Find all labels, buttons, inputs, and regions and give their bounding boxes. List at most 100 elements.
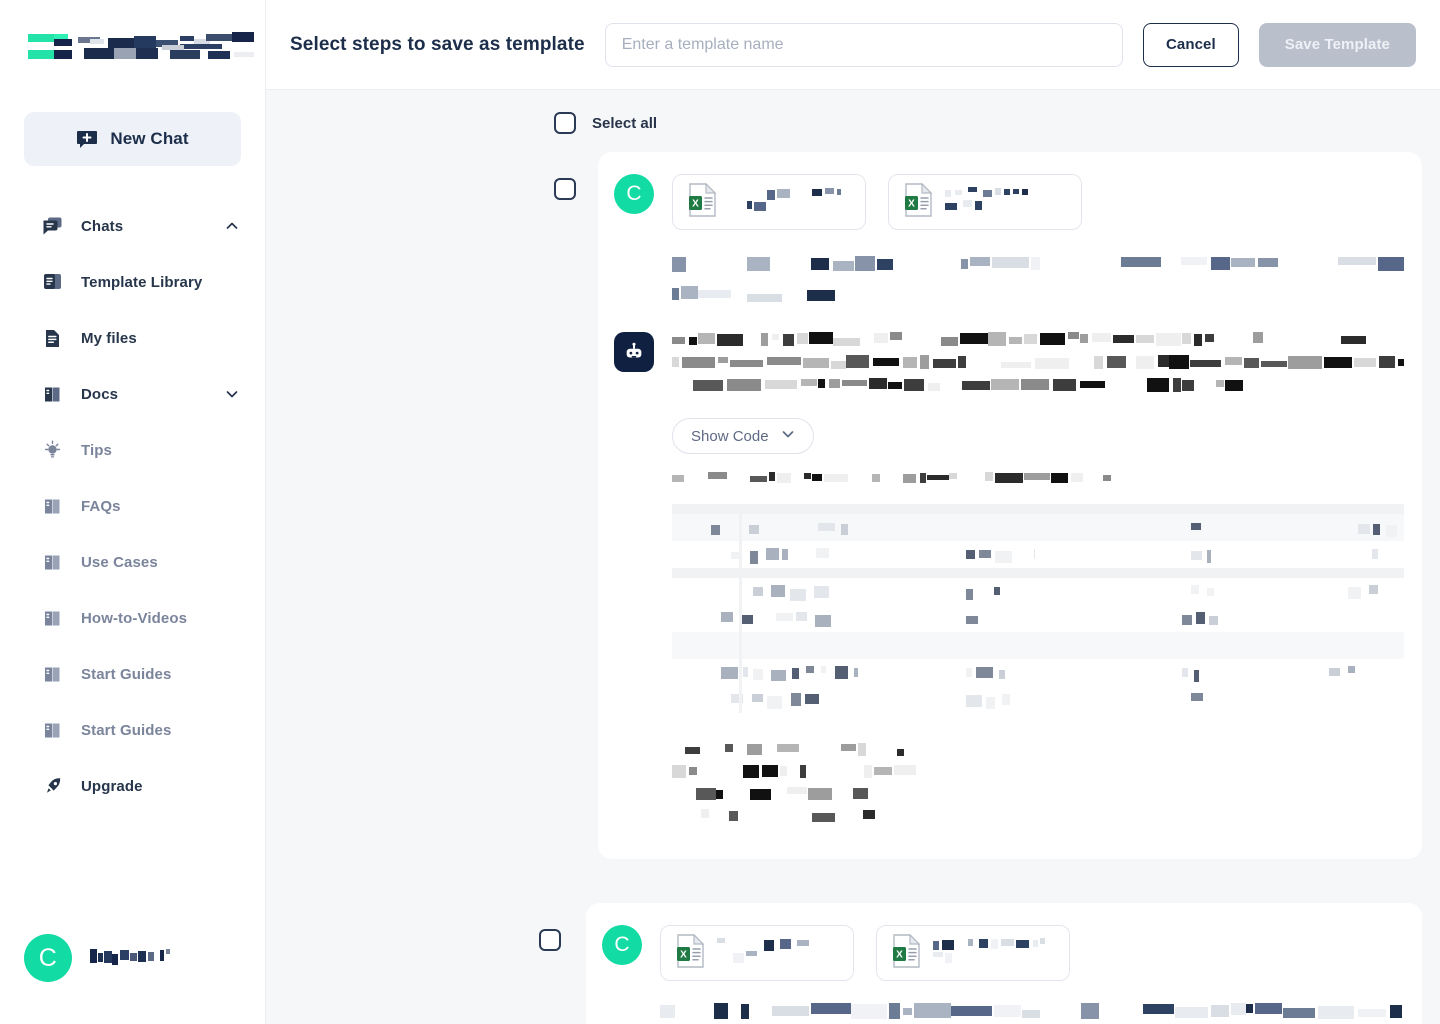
step-card: C X: [598, 152, 1422, 859]
book-icon: [42, 664, 63, 685]
select-all-checkbox[interactable]: [554, 112, 576, 134]
sidebar-item-start-guides-2[interactable]: Start Guides: [0, 702, 265, 758]
sidebar-item-tips[interactable]: Tips: [0, 422, 265, 478]
excel-file-icon: X: [687, 182, 717, 222]
sidebar-item-faqs[interactable]: FAQs: [0, 478, 265, 534]
sidebar-item-chats[interactable]: Chats: [0, 198, 265, 254]
avatar: C: [602, 925, 642, 965]
app-root: New Chat Chats Template Library My files…: [0, 0, 1440, 1024]
message-user: C X X: [598, 174, 1422, 308]
sidebar-user[interactable]: C: [0, 934, 266, 982]
sidebar-item-label: Tips: [81, 441, 112, 459]
table-row: [672, 686, 1404, 713]
attachment-chip[interactable]: X: [888, 174, 1082, 230]
table-divider: [739, 504, 742, 713]
data-table-wrap[interactable]: [672, 504, 1404, 713]
logo-redacted-glyphs: [28, 30, 254, 70]
book-icon: [42, 720, 63, 741]
sidebar-item-label: Use Cases: [81, 553, 158, 571]
attachment-chip[interactable]: X: [660, 925, 854, 981]
attachment-filename-redacted: [717, 938, 835, 968]
attachment-chip[interactable]: X: [672, 174, 866, 230]
sidebar-item-use-cases[interactable]: Use Cases: [0, 534, 265, 590]
chevron-down-icon[interactable]: [225, 387, 239, 401]
file-icon: [42, 328, 63, 349]
show-code-label: Show Code: [691, 427, 769, 445]
page-title: Select steps to save as template: [290, 33, 585, 55]
sidebar-item-docs[interactable]: Docs: [0, 366, 265, 422]
sidebar-item-label: My files: [81, 329, 137, 347]
sidebar-item-label: Start Guides: [81, 665, 172, 683]
book-icon: [42, 496, 63, 517]
attachment-chip[interactable]: X: [876, 925, 1070, 981]
chevron-down-icon: [781, 427, 795, 445]
attachment-filename-redacted: [729, 187, 847, 217]
svg-text:X: X: [680, 949, 687, 960]
book-icon: [42, 608, 63, 629]
user-name-redacted: [90, 947, 200, 969]
message-user: C X X: [586, 925, 1422, 1024]
chevron-up-icon[interactable]: [225, 219, 239, 233]
sidebar: New Chat Chats Template Library My files…: [0, 0, 266, 1024]
sidebar-item-template-library[interactable]: Template Library: [0, 254, 265, 310]
template-library-icon: [42, 272, 63, 293]
excel-file-icon: X: [891, 933, 921, 973]
logo[interactable]: [0, 0, 265, 92]
step-row: C X: [266, 152, 1440, 859]
sidebar-item-my-files[interactable]: My files: [0, 310, 265, 366]
chat-plus-icon: [76, 128, 98, 150]
steps-scroll-area[interactable]: Select all C X X Show Code C X X: [266, 90, 1440, 1024]
sidebar-item-label: FAQs: [81, 497, 121, 515]
sidebar-nav: Chats Template Library My files Docs Tip…: [0, 198, 265, 814]
show-code-button[interactable]: Show Code: [672, 418, 814, 454]
attachment-filename-redacted: [945, 187, 1063, 217]
message-assistant: Show Code: [598, 332, 1422, 835]
step-checkbox[interactable]: [554, 178, 576, 200]
table-row: [672, 568, 1404, 578]
table-row: [672, 504, 1404, 514]
svg-text:X: X: [896, 949, 903, 960]
table-row: [672, 541, 1404, 568]
table-row: [672, 632, 1404, 659]
svg-text:X: X: [692, 198, 699, 209]
save-template-button[interactable]: Save Template: [1258, 22, 1416, 67]
sidebar-item-label: Template Library: [81, 273, 203, 291]
excel-file-icon: X: [903, 182, 933, 222]
excel-file-icon: X: [675, 933, 705, 973]
sidebar-item-label: Chats: [81, 217, 124, 235]
new-chat-button[interactable]: New Chat: [24, 112, 241, 166]
chats-icon: [42, 216, 63, 237]
book-icon: [42, 384, 63, 405]
table-cell: [672, 541, 1404, 568]
table-caption-redacted: [672, 472, 1404, 490]
step-row: C X: [266, 903, 1440, 1024]
rocket-icon: [42, 776, 63, 797]
robot-icon: [614, 332, 654, 372]
svg-text:X: X: [908, 198, 915, 209]
table-cell: [672, 605, 1404, 632]
table-cell: [672, 568, 1404, 578]
table-cell: [672, 659, 1404, 686]
message-text-redacted: [672, 332, 1404, 400]
table-row: [672, 514, 1404, 541]
template-toolbar: Select steps to save as template Cancel …: [266, 0, 1440, 90]
sidebar-item-label: Docs: [81, 385, 119, 403]
template-name-input[interactable]: [604, 22, 1123, 67]
cancel-button[interactable]: Cancel: [1142, 22, 1239, 67]
table-cell: [672, 504, 1404, 514]
step-card: C X: [586, 903, 1422, 1024]
sidebar-item-how-to-videos[interactable]: How-to-Videos: [0, 590, 265, 646]
sidebar-item-upgrade[interactable]: Upgrade: [0, 758, 265, 814]
step-checkbox[interactable]: [539, 929, 561, 951]
sidebar-item-label: How-to-Videos: [81, 609, 188, 627]
avatar: C: [24, 934, 72, 982]
sidebar-item-start-guides-1[interactable]: Start Guides: [0, 646, 265, 702]
new-chat-label: New Chat: [110, 129, 189, 148]
table-row: [672, 578, 1404, 605]
message-text-redacted: [660, 1003, 1404, 1024]
message-text-redacted: [672, 256, 1404, 308]
avatar: C: [614, 174, 654, 214]
book-icon: [42, 552, 63, 573]
select-all-row[interactable]: Select all: [266, 90, 1440, 152]
table-cell: [672, 632, 1404, 659]
